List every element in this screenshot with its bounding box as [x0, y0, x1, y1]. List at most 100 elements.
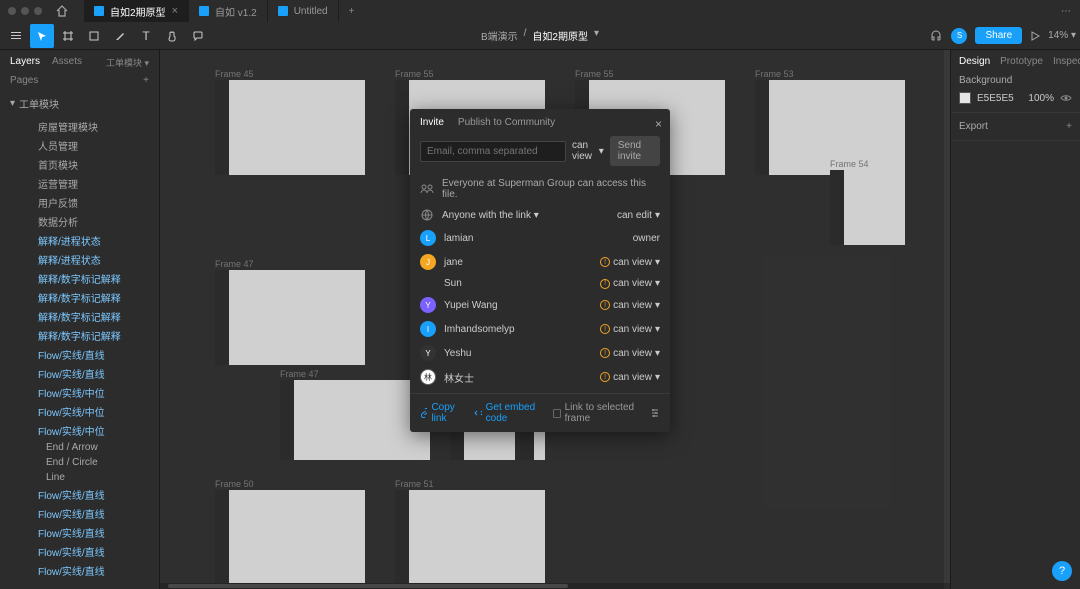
comment-tool[interactable] — [186, 24, 210, 48]
layer-item[interactable]: 数据分析 — [0, 212, 159, 231]
send-invite-button[interactable]: Send invite — [610, 136, 660, 166]
tab-inspect[interactable]: Inspect — [1053, 56, 1080, 67]
close-dot[interactable] — [8, 7, 16, 15]
shape-tool[interactable] — [82, 24, 106, 48]
tab-invite[interactable]: Invite — [420, 117, 444, 128]
layer-item[interactable]: Flow/实线/直线 — [0, 523, 159, 542]
close-icon[interactable]: × — [172, 5, 178, 17]
user-row: 林林女士! can view ▾ — [410, 365, 670, 389]
warning-icon[interactable]: ! — [600, 348, 610, 358]
page-item[interactable]: ▾ 工单模块 — [0, 92, 159, 115]
layer-item[interactable]: 房屋管理模块 — [0, 117, 159, 136]
help-button[interactable]: ? — [1052, 561, 1072, 581]
layer-item[interactable]: 解释/进程状态 — [0, 231, 159, 250]
tab-layers[interactable]: Layers — [10, 56, 40, 69]
layer-label: 首页模块 — [38, 157, 78, 172]
embed-code-button[interactable]: Get embed code — [474, 402, 541, 424]
chevron-down-icon[interactable]: ▾ — [594, 28, 599, 43]
main-menu-icon[interactable] — [4, 24, 28, 48]
layer-item[interactable]: Flow/实线/中位 — [0, 383, 159, 402]
file-tab[interactable]: 自如2期原型 × — [84, 0, 189, 22]
tab-prototype[interactable]: Prototype — [1000, 56, 1043, 67]
tab-design[interactable]: Design — [959, 56, 990, 67]
visibility-icon[interactable] — [1060, 93, 1072, 103]
layer-item[interactable]: 运营管理 — [0, 174, 159, 193]
layer-item[interactable]: End / Circle — [0, 455, 159, 470]
layer-item[interactable]: 解释/数字标记解释 — [0, 288, 159, 307]
bg-hex[interactable]: E5E5E5 — [977, 93, 1014, 104]
add-tab-button[interactable]: + — [339, 0, 365, 22]
pen-tool[interactable] — [108, 24, 132, 48]
bg-swatch[interactable] — [959, 92, 971, 104]
tab-label: 自如 v1.2 — [215, 4, 257, 19]
checkbox-icon — [553, 409, 560, 418]
layer-label: 解释/数字标记解释 — [38, 271, 121, 286]
text-tool[interactable]: T — [134, 24, 158, 48]
layer-item[interactable]: Flow/实线/直线 — [0, 364, 159, 383]
app-menu-icon[interactable]: ⋯ — [1061, 6, 1072, 17]
warning-icon[interactable]: ! — [600, 324, 610, 334]
home-icon[interactable] — [56, 5, 68, 17]
link-access-row[interactable]: Anyone with the link ▾ can edit ▾ — [410, 204, 670, 226]
min-dot[interactable] — [21, 7, 29, 15]
layer-item[interactable]: Line — [0, 470, 159, 485]
layer-item[interactable]: Flow/实线/中位 — [0, 421, 159, 440]
warning-icon[interactable]: ! — [600, 372, 610, 382]
layer-item[interactable]: Flow/实线/直线 — [0, 542, 159, 561]
breadcrumb[interactable]: B端演示 / 自如2期原型 ▾ — [481, 28, 599, 43]
present-icon[interactable] — [1030, 31, 1040, 41]
window-controls[interactable] — [8, 7, 42, 15]
settings-icon[interactable] — [650, 408, 660, 418]
share-modal: × Invite Publish to Community can view ▾… — [410, 109, 670, 432]
add-export-button[interactable]: + — [1066, 121, 1072, 132]
layer-item[interactable]: 人员管理 — [0, 136, 159, 155]
default-permission-select[interactable]: can view ▾ — [572, 140, 604, 162]
layer-icon — [26, 199, 34, 207]
page-drop[interactable]: 工单模块 ▾ — [106, 56, 149, 69]
email-input[interactable] — [420, 141, 566, 162]
layer-item[interactable]: 解释/数字标记解释 — [0, 307, 159, 326]
hand-tool[interactable] — [160, 24, 184, 48]
layer-item[interactable]: 解释/数字标记解释 — [0, 326, 159, 345]
warning-icon[interactable]: ! — [600, 279, 610, 289]
user-permission-select[interactable]: ! can view ▾ — [600, 278, 660, 289]
warning-icon[interactable]: ! — [600, 300, 610, 310]
user-permission-select[interactable]: ! can view ▾ — [600, 372, 660, 383]
layer-item[interactable]: 首页模块 — [0, 155, 159, 174]
file-icon — [199, 6, 209, 16]
warning-icon[interactable]: ! — [600, 257, 610, 267]
frame-tool[interactable] — [56, 24, 80, 48]
headphones-icon[interactable] — [929, 29, 943, 43]
bg-opacity[interactable]: 100% — [1028, 93, 1054, 104]
layer-item[interactable]: Flow/实线/直线 — [0, 561, 159, 580]
share-button[interactable]: Share — [975, 27, 1022, 44]
close-icon[interactable]: × — [655, 117, 662, 131]
zoom-level[interactable]: 14% ▾ — [1048, 30, 1076, 41]
user-permission-select[interactable]: ! can view ▾ — [600, 257, 660, 268]
link-permission-select[interactable]: can edit ▾ — [617, 210, 660, 221]
user-avatar[interactable]: S — [951, 28, 967, 44]
layer-item[interactable]: End / Arrow — [0, 440, 159, 455]
user-permission-select[interactable]: ! can view ▾ — [600, 300, 660, 311]
add-page-button[interactable]: + — [143, 75, 149, 86]
copy-link-button[interactable]: Copy link — [420, 402, 462, 424]
layer-item[interactable]: Flow/实线/直线 — [0, 485, 159, 504]
tab-assets[interactable]: Assets — [52, 56, 82, 69]
user-row: Sun! can view ▾ — [410, 274, 670, 293]
layer-item[interactable]: Flow/实线/直线 — [0, 504, 159, 523]
move-tool[interactable] — [30, 24, 54, 48]
user-permission-select[interactable]: ! can view ▾ — [600, 324, 660, 335]
file-tab[interactable]: Untitled — [268, 0, 339, 22]
layer-item[interactable]: 解释/进程状态 — [0, 250, 159, 269]
link-to-frame-checkbox[interactable]: Link to selected frame — [553, 402, 638, 424]
file-tab[interactable]: 自如 v1.2 — [189, 0, 268, 22]
layer-item[interactable]: Flow/实线/直线 — [0, 345, 159, 364]
file-icon — [278, 6, 288, 16]
layer-item[interactable]: 用户反馈 — [0, 193, 159, 212]
layer-icon — [26, 548, 34, 556]
user-permission-select[interactable]: ! can view ▾ — [600, 348, 660, 359]
max-dot[interactable] — [34, 7, 42, 15]
layer-item[interactable]: Flow/实线/中位 — [0, 402, 159, 421]
layer-item[interactable]: 解释/数字标记解释 — [0, 269, 159, 288]
tab-publish[interactable]: Publish to Community — [458, 117, 555, 128]
